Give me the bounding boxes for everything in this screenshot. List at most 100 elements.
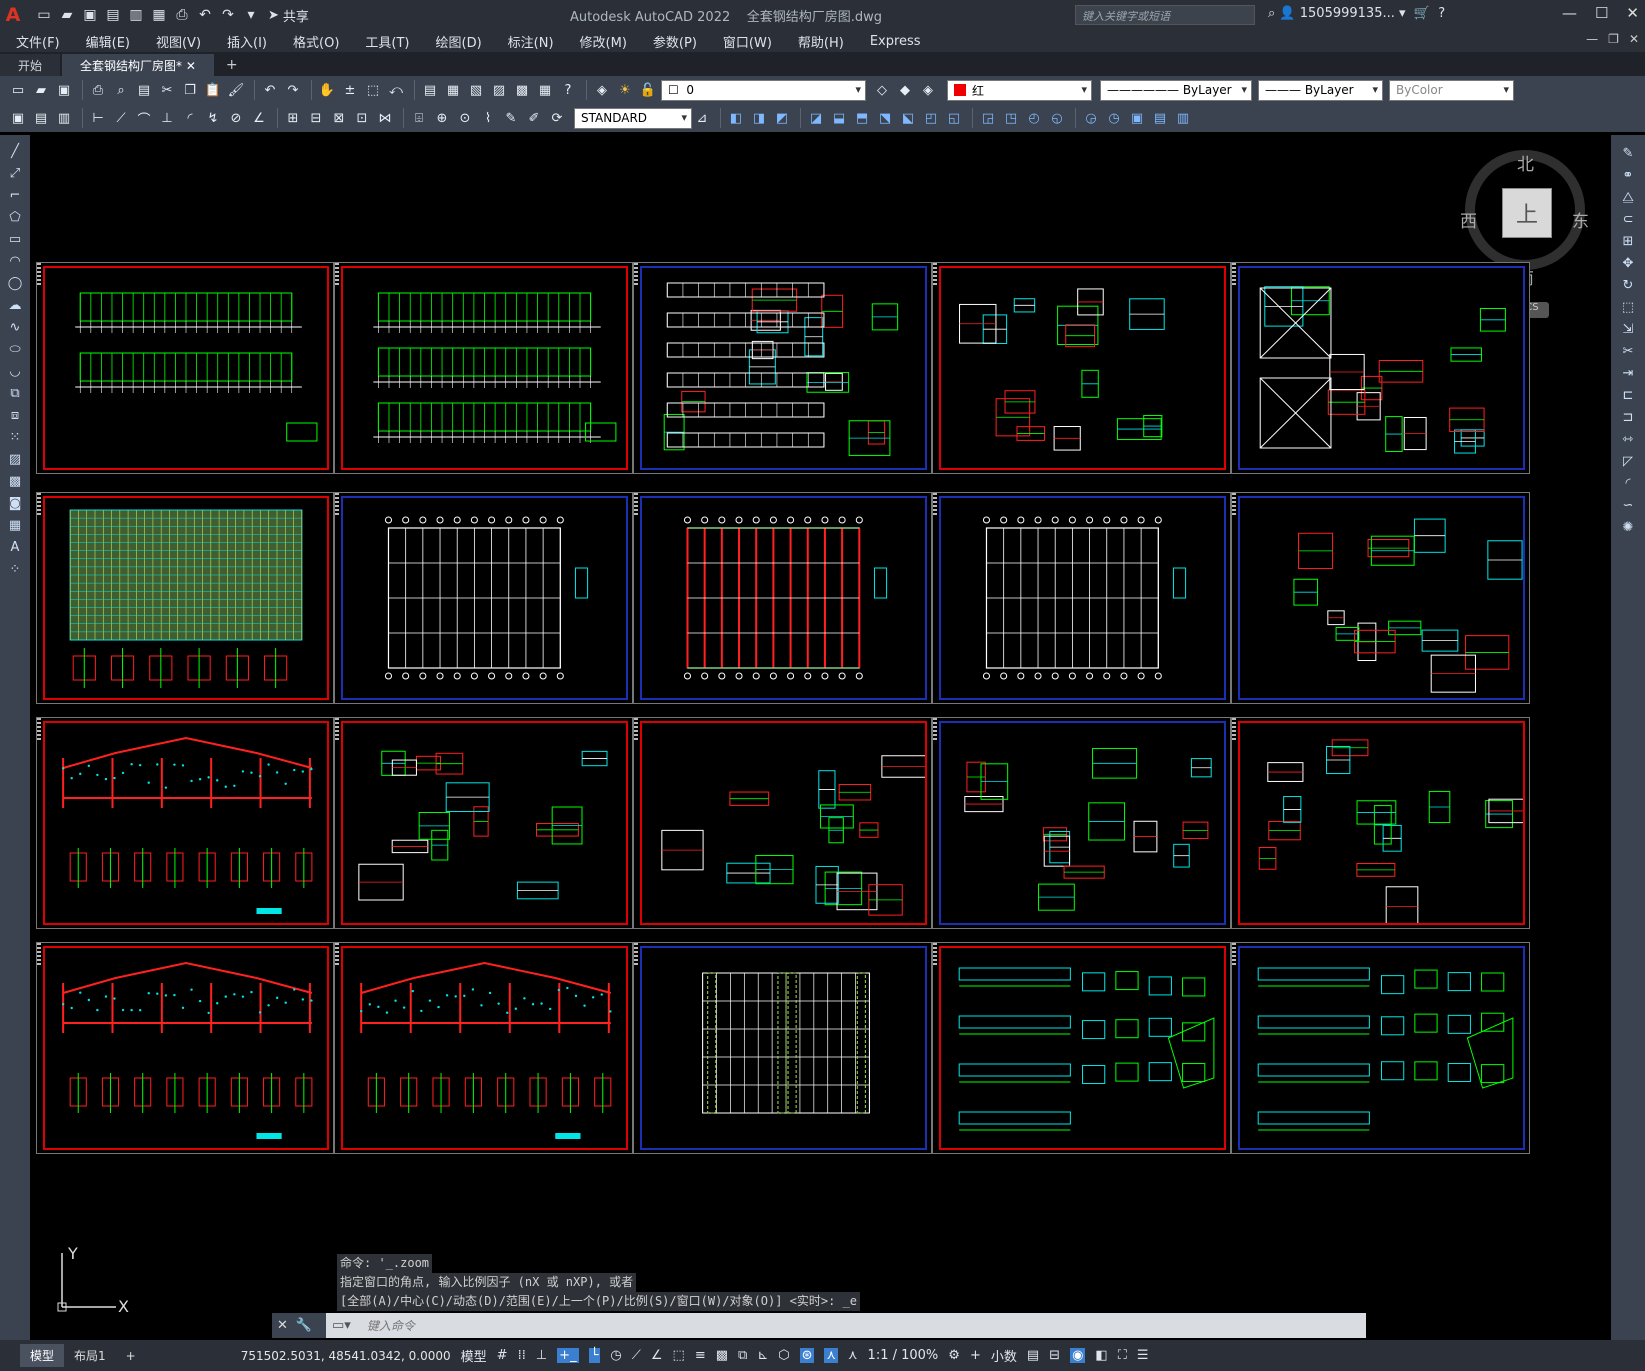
drawing-sheet[interactable] xyxy=(932,492,1231,704)
viewcube-west[interactable]: 西 xyxy=(1460,207,1477,232)
transparency-icon[interactable]: ▩ xyxy=(716,1348,728,1363)
dynamic-input-icon[interactable]: +_ xyxy=(557,1348,579,1363)
save-as-icon[interactable]: ▤ xyxy=(103,5,123,25)
dim-angular-icon[interactable]: ∠ xyxy=(249,108,269,128)
tool-palettes-icon[interactable]: ▧ xyxy=(466,80,486,100)
user-account[interactable]: ⌕ 👤 1505999135... ▾ 🛒 ? xyxy=(1268,6,1445,21)
drawing-sheet[interactable] xyxy=(1231,717,1531,929)
break-icon[interactable]: ⊐ xyxy=(1618,407,1638,427)
paste-icon[interactable]: 📋 xyxy=(203,80,223,100)
continue-icon[interactable]: ⊠ xyxy=(329,108,349,128)
workspace-icon[interactable]: ⚙ xyxy=(948,1348,960,1363)
line-icon[interactable]: ╱ xyxy=(5,141,25,161)
rotate-icon[interactable]: ↻ xyxy=(1618,275,1638,295)
copy-object-icon[interactable]: ⚭ xyxy=(1618,165,1638,185)
save-web-icon[interactable]: ▦ xyxy=(149,5,169,25)
undo-icon-2[interactable]: ↶ xyxy=(260,80,280,100)
make-block-icon[interactable]: ⧈ xyxy=(5,405,25,425)
dynamic-ucs-icon[interactable]: ⬡ xyxy=(778,1348,789,1363)
modify-b-icon[interactable]: ◨ xyxy=(749,108,769,128)
zoom-window-icon[interactable]: ⬚ xyxy=(363,80,383,100)
tab-current-drawing[interactable]: 全套钢结构厂房图* ✕ xyxy=(62,54,214,76)
viewcube-top-face[interactable]: 上 xyxy=(1502,188,1552,238)
mirror-icon[interactable]: ⧋ xyxy=(1618,187,1638,207)
modify-c-icon[interactable]: ◩ xyxy=(772,108,792,128)
search-icon[interactable]: ⌕ xyxy=(1268,6,1275,21)
viewcube-north[interactable]: 北 xyxy=(1517,150,1534,175)
menu-item[interactable]: Express xyxy=(870,34,921,49)
dim-jogged-icon[interactable]: ↯ xyxy=(203,108,223,128)
dim-ordinate-icon[interactable]: ⊥ xyxy=(157,108,177,128)
doc-close-icon[interactable]: ✕ xyxy=(1629,32,1639,46)
modify-l-icon[interactable]: ◳ xyxy=(1001,108,1021,128)
plot-icon[interactable]: ⎙ xyxy=(172,5,192,25)
new-icon[interactable]: ▭ xyxy=(8,80,28,100)
point-icon[interactable]: ⁙ xyxy=(5,427,25,447)
units-dropdown[interactable]: 小数 xyxy=(991,1346,1017,1365)
mtext-icon[interactable]: A xyxy=(5,537,25,557)
ellipse-icon[interactable]: ⬭ xyxy=(5,339,25,359)
drawing-sheet[interactable] xyxy=(633,717,932,929)
circle-icon[interactable]: ◯ xyxy=(5,273,25,293)
osnap-tracking-icon[interactable]: ∠ xyxy=(651,1348,663,1363)
help-icon-2[interactable]: ? xyxy=(558,80,578,100)
new-tab-icon[interactable]: + xyxy=(216,54,248,76)
command-input[interactable]: 键入命令 xyxy=(351,1317,415,1334)
hatch-icon[interactable]: ▨ xyxy=(5,449,25,469)
autocad-logo-icon[interactable]: A xyxy=(0,0,26,30)
add-layout-icon[interactable]: + xyxy=(116,1346,146,1366)
dim-diameter-icon[interactable]: ⊘ xyxy=(226,108,246,128)
array-icon[interactable]: ⊞ xyxy=(1618,231,1638,251)
modify-r-icon[interactable]: ▤ xyxy=(1150,108,1170,128)
print-icon[interactable]: ⎙ xyxy=(88,80,108,100)
drawing-sheet[interactable] xyxy=(1231,942,1530,1154)
customization-icon[interactable]: ☰ xyxy=(1137,1348,1149,1363)
stretch-icon[interactable]: ⇲ xyxy=(1618,319,1638,339)
insert-block-icon[interactable]: ⧉ xyxy=(5,383,25,403)
maximize-icon[interactable]: ☐ xyxy=(1595,4,1608,22)
viewcube-east[interactable]: 东 xyxy=(1572,207,1589,232)
drawing-sheet[interactable] xyxy=(334,492,633,704)
drawing-sheet[interactable] xyxy=(633,492,932,704)
trim-icon[interactable]: ✂ xyxy=(1618,341,1638,361)
extend-icon[interactable]: ⇥ xyxy=(1618,363,1638,383)
polyline-icon[interactable]: ⌐ xyxy=(5,185,25,205)
preview-icon[interactable]: ⌕ xyxy=(111,80,131,100)
dimstyle-icon[interactable]: ⊿ xyxy=(692,108,712,128)
snap-icon[interactable]: ⁞⁞ xyxy=(518,1348,526,1363)
isodraft-icon[interactable]: ⟋ xyxy=(632,1348,641,1363)
menu-item[interactable]: 窗口(W) xyxy=(723,32,772,51)
lineweight-dropdown[interactable]: ——— ByLayer xyxy=(1258,79,1383,101)
blend-icon[interactable]: ∽ xyxy=(1618,495,1638,515)
erase-icon[interactable]: ✎ xyxy=(1618,143,1638,163)
modify-j-icon[interactable]: ◱ xyxy=(944,108,964,128)
infer-constraints-icon[interactable]: ⊥ xyxy=(536,1348,547,1363)
markup-icon[interactable]: ▩ xyxy=(512,80,532,100)
lock-ui-icon[interactable]: ⊟ xyxy=(1049,1348,1060,1363)
menu-item[interactable]: 绘图(D) xyxy=(436,32,482,51)
design-center-icon[interactable]: ▦ xyxy=(443,80,463,100)
menu-item[interactable]: 标注(N) xyxy=(508,32,554,51)
menu-item[interactable]: 文件(F) xyxy=(16,32,60,51)
dim-edit-icon[interactable]: ✎ xyxy=(501,108,521,128)
share-button[interactable]: ➤ 共享 xyxy=(268,6,309,25)
polygon-icon[interactable]: ⬠ xyxy=(5,207,25,227)
arc-icon[interactable]: ◠ xyxy=(5,251,25,271)
calculator-icon[interactable]: ▦ xyxy=(535,80,555,100)
clean-screen-icon[interactable]: ⛶ xyxy=(1118,1348,1127,1363)
tolerance-icon[interactable]: ⌹ xyxy=(409,108,429,128)
region-icon[interactable]: ◙ xyxy=(5,493,25,513)
modify-o-icon[interactable]: ◶ xyxy=(1081,108,1101,128)
scale-icon[interactable]: ⬚ xyxy=(1618,297,1638,317)
layer-dropdown[interactable]: ☐ 0 xyxy=(661,79,866,101)
zoom-realtime-icon[interactable]: ± xyxy=(340,80,360,100)
open-icon[interactable]: ▰ xyxy=(31,80,51,100)
match-properties-icon[interactable]: 🖌 xyxy=(226,80,246,100)
drawing-sheet[interactable] xyxy=(633,262,932,474)
save-icon[interactable]: ▣ xyxy=(80,5,100,25)
annotation-scale[interactable]: 1:1 / 100% xyxy=(868,1348,939,1363)
tab-layout1[interactable]: 布局1 xyxy=(64,1344,116,1367)
dim-space-icon[interactable]: ⊡ xyxy=(352,108,372,128)
menu-item[interactable]: 工具(T) xyxy=(365,32,409,51)
dim-linear-icon[interactable]: ⊢ xyxy=(88,108,108,128)
